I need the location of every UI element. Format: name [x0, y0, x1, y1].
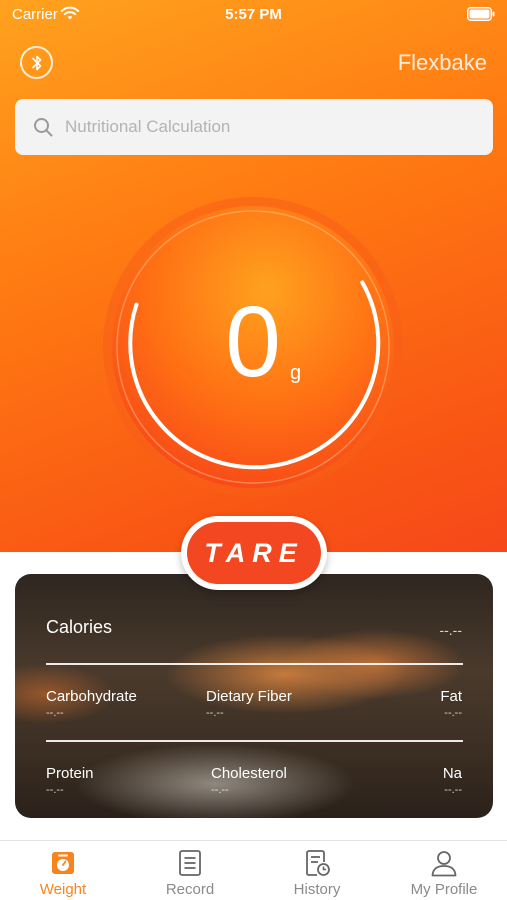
- weight-unit: g: [290, 362, 302, 384]
- clock: 5:57 PM: [225, 6, 282, 23]
- tab-weight[interactable]: Weight: [0, 841, 126, 900]
- carbohydrate-label: Carbohydrate: [46, 688, 137, 705]
- bluetooth-icon: [32, 55, 42, 71]
- search-input[interactable]: [65, 99, 475, 155]
- tab-label: My Profile: [410, 881, 478, 898]
- dietary-fiber-value: --.--: [206, 707, 224, 719]
- nutrition-card: Calories --.-- Carbohydrate --.-- Dietar…: [15, 574, 493, 818]
- divider: [46, 740, 463, 742]
- tab-record[interactable]: Record: [127, 841, 253, 900]
- divider: [46, 663, 463, 665]
- tare-label: TARE: [187, 522, 321, 584]
- document-icon: [179, 850, 201, 876]
- app-title: Flexbake: [397, 50, 487, 75]
- bluetooth-button[interactable]: [20, 46, 53, 79]
- carbohydrate-value: --.--: [46, 707, 64, 719]
- calories-label: Calories: [46, 617, 113, 637]
- protein-value: --.--: [46, 784, 64, 796]
- fat-label: Fat: [440, 688, 462, 705]
- battery-icon: [467, 7, 495, 21]
- dietary-fiber-label: Dietary Fiber: [206, 688, 292, 705]
- search-bar[interactable]: [15, 99, 493, 155]
- tare-button[interactable]: TARE: [181, 516, 327, 590]
- protein-label: Protein: [46, 765, 94, 782]
- scale-icon: [52, 852, 74, 874]
- sodium-label: Na: [442, 765, 462, 782]
- sodium-value: --.--: [444, 784, 462, 796]
- tab-my-profile[interactable]: My Profile: [381, 841, 507, 900]
- calories-value: --.--: [439, 622, 462, 638]
- profile-icon: [431, 851, 457, 877]
- history-icon: [306, 850, 330, 876]
- cholesterol-label: Cholesterol: [211, 765, 287, 782]
- fat-value: --.--: [444, 707, 462, 719]
- tab-bar: Weight Record History My Profile: [0, 840, 507, 900]
- search-icon: [34, 118, 53, 137]
- tab-label: History: [293, 881, 341, 898]
- tab-label: Weight: [39, 881, 87, 898]
- tab-history[interactable]: History: [254, 841, 380, 900]
- weight-value: 0: [225, 286, 281, 398]
- cholesterol-value: --.--: [211, 784, 229, 796]
- tab-label: Record: [165, 881, 215, 898]
- status-bar: Carrier 5:57 PM: [0, 0, 507, 30]
